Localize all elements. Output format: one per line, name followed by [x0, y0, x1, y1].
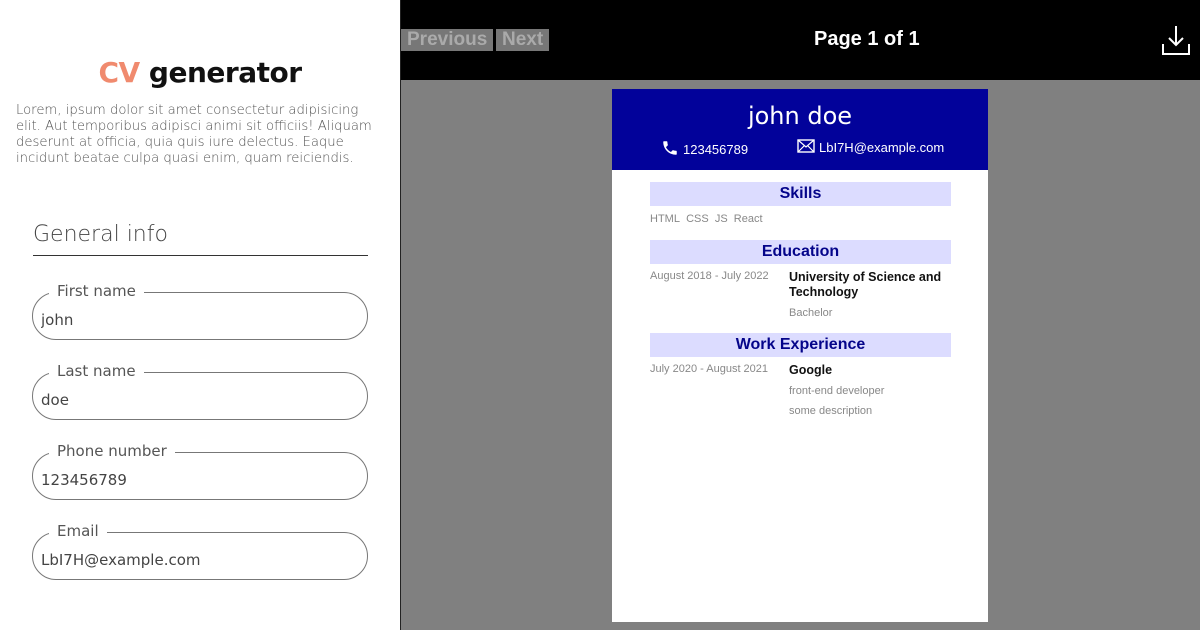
first-name-field: First name [32, 282, 368, 340]
cv-phone-text: 123456789 [683, 142, 749, 157]
skills-section-title: Skills [650, 182, 951, 206]
section-title-general-info: General info [33, 222, 368, 256]
phone-number-field: Phone number [32, 442, 368, 500]
work-position: front-end developer [789, 385, 885, 397]
page-indicator: Page 1 of 1 [814, 28, 920, 50]
cv-email: LbI7H@example.com [797, 139, 944, 156]
app-title: CV generator [0, 56, 400, 89]
app-title-accent: CV [98, 56, 140, 89]
phone-number-label: Phone number [49, 442, 175, 460]
skills-list: HTML CSS JS React [650, 213, 763, 225]
form-panel: CV generator Lorem, ipsum dolor sit amet… [0, 0, 400, 630]
viewer-toolbar: Previous Next Page 1 of 1 [401, 0, 1200, 80]
education-degree: Bachelor [789, 307, 833, 319]
last-name-label: Last name [49, 362, 144, 380]
education-institution: University of Science and Technology [789, 270, 942, 299]
first-name-label: First name [49, 282, 144, 300]
skill-item: HTML [650, 213, 680, 225]
app-title-rest: generator [139, 56, 302, 89]
download-icon[interactable] [1161, 24, 1191, 56]
cv-name: john doe [747, 102, 853, 130]
email-field: Email [32, 522, 368, 580]
last-name-field: Last name [32, 362, 368, 420]
work-section-title: Work Experience [650, 333, 951, 357]
mail-icon [797, 139, 819, 156]
skill-item: JS [714, 213, 728, 225]
education-section-title: Education [650, 240, 951, 264]
work-company: Google [789, 363, 833, 377]
work-description: some description [789, 405, 873, 417]
cv-phone: 123456789 [661, 139, 748, 160]
email-input[interactable] [41, 551, 351, 569]
preview-panel: Previous Next Page 1 of 1 john doe 12345… [401, 0, 1200, 630]
cv-header: john doe 123456789 LbI7H@example.com [612, 89, 988, 170]
cv-email-text: LbI7H@example.com [819, 140, 945, 155]
intro-text: Lorem, ipsum dolor sit amet consectetur … [16, 103, 372, 166]
education-dates: August 2018 - July 2022 [650, 270, 769, 282]
previous-page-button[interactable]: Previous [401, 29, 493, 51]
skill-item: React [733, 213, 763, 225]
phone-icon [661, 139, 683, 160]
skill-item: CSS [686, 213, 709, 225]
work-dates: July 2020 - August 2021 [650, 363, 769, 375]
first-name-input[interactable] [41, 311, 351, 329]
last-name-input[interactable] [41, 391, 351, 409]
next-page-button[interactable]: Next [496, 29, 549, 51]
phone-number-input[interactable] [41, 471, 351, 489]
cv-page: john doe 123456789 LbI7H@example.com Ski… [612, 89, 988, 622]
email-label: Email [49, 522, 107, 540]
